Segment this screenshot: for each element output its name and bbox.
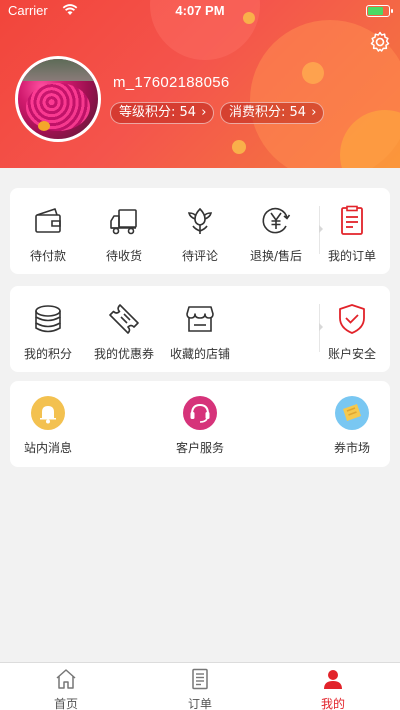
level-points-label: 等级积分: — [119, 105, 176, 120]
tab-home[interactable]: 首页 — [26, 667, 106, 710]
order-item-label: 待收货 — [105, 249, 142, 263]
bottom-tab-bar: 首页 订单 我的 — [0, 662, 400, 710]
bell-icon — [31, 396, 65, 430]
order-item-label: 退换/售后 — [249, 249, 303, 263]
order-pending-review[interactable]: 待评论 — [162, 204, 238, 264]
truck-icon — [110, 209, 137, 235]
favorite-stores-button[interactable]: 收藏的店铺 — [162, 302, 238, 362]
level-points-badge[interactable]: 等级积分: 54 › — [110, 102, 214, 124]
username: m_17602188056 — [113, 74, 230, 91]
gear-icon[interactable] — [368, 30, 392, 54]
decor-dot — [302, 62, 324, 84]
shield-check-icon — [339, 304, 365, 334]
wallet-icon — [35, 208, 61, 233]
coupon-market-button[interactable]: 券市场 — [314, 396, 390, 456]
orders-card: 待付款 待收货 待评论 退换/售后 我的订单 — [10, 188, 390, 274]
service-item-label: 券市场 — [333, 441, 370, 455]
assets-card: 我的积分 我的优惠券 收藏的店铺 账户安全 — [10, 286, 390, 372]
my-points-button[interactable]: 我的积分 — [10, 302, 86, 362]
tab-label: 我的 — [320, 697, 345, 710]
asset-item-label: 收藏的店铺 — [169, 347, 230, 361]
status-time: 4:07 PM — [175, 3, 225, 18]
order-list-icon — [341, 205, 363, 235]
my-orders-label: 我的订单 — [327, 249, 376, 263]
document-icon — [192, 668, 208, 690]
status-bar: Carrier 4:07 PM — [0, 0, 400, 22]
order-item-label: 待评论 — [181, 249, 218, 263]
order-pending-payment[interactable]: 待付款 — [10, 204, 86, 264]
avatar[interactable] — [15, 56, 101, 142]
headset-icon — [183, 396, 217, 430]
account-security-button[interactable]: 账户安全 — [314, 302, 390, 362]
yen-refund-icon — [262, 207, 291, 234]
order-refund-aftersale[interactable]: 退换/售后 — [238, 204, 314, 264]
profile-header: Carrier 4:07 PM m_17602188056 等级积分: 54 ›… — [0, 0, 400, 168]
spend-points-badge[interactable]: 消费积分: 54 › — [220, 102, 324, 124]
battery-icon — [366, 5, 393, 17]
order-pending-receipt[interactable]: 待收货 — [86, 204, 162, 264]
tab-label: 订单 — [187, 697, 212, 710]
asset-item-label: 我的优惠券 — [93, 347, 154, 361]
coins-icon — [35, 305, 61, 333]
tab-mine[interactable]: 我的 — [293, 667, 373, 710]
my-orders-button[interactable]: 我的订单 — [314, 204, 390, 264]
site-messages-button[interactable]: 站内消息 — [10, 396, 86, 456]
customer-service-button[interactable]: 客户服务 — [162, 396, 238, 456]
service-item-label: 客户服务 — [175, 441, 224, 455]
services-card: 站内消息 客户服务 券市场 — [10, 381, 390, 467]
spend-points-label: 消费积分: — [229, 105, 286, 120]
ticket-icon — [335, 396, 369, 430]
tab-label: 首页 — [53, 697, 78, 710]
chevron-right-icon: › — [201, 105, 207, 120]
account-security-label: 账户安全 — [327, 347, 376, 361]
order-item-label: 待付款 — [29, 249, 66, 263]
level-points-value: 54 — [179, 105, 197, 120]
coupon-icon — [109, 304, 139, 334]
person-icon — [324, 670, 342, 689]
spend-points-value: 54 — [289, 105, 307, 120]
my-coupons-button[interactable]: 我的优惠券 — [86, 302, 162, 362]
chevron-right-icon: › — [311, 105, 317, 120]
flower-icon — [187, 207, 213, 234]
decor-dot — [232, 140, 246, 154]
asset-item-label: 我的积分 — [23, 347, 72, 361]
home-icon — [56, 669, 76, 689]
store-icon — [186, 306, 214, 332]
tab-orders[interactable]: 订单 — [160, 667, 240, 710]
service-item-label: 站内消息 — [23, 441, 72, 455]
